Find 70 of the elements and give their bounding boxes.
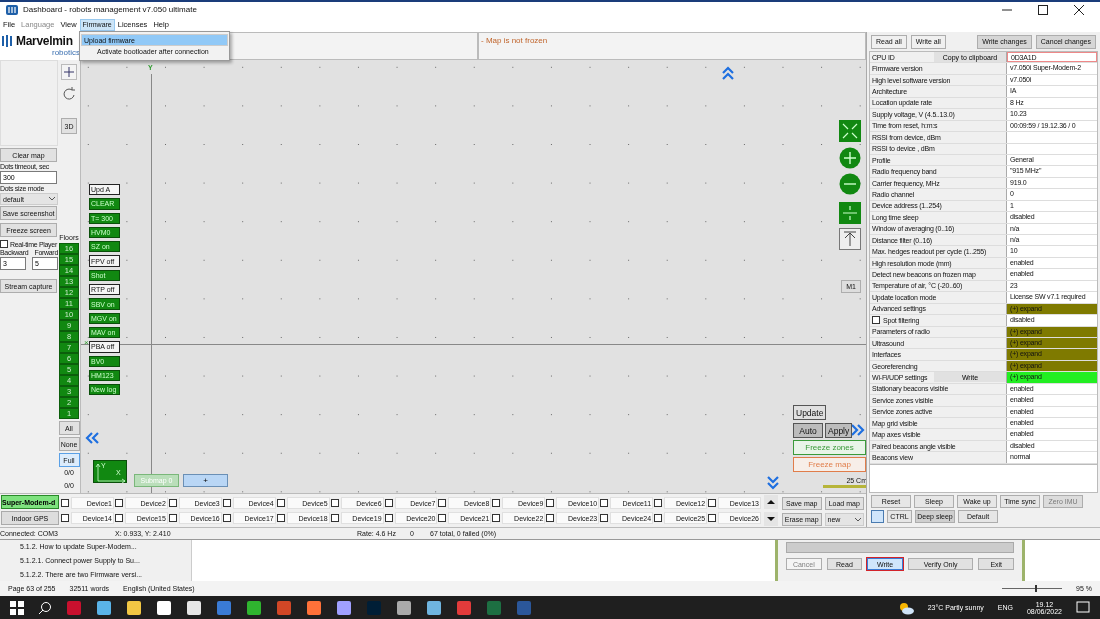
- close-icon[interactable]: [1074, 4, 1084, 15]
- checkbox[interactable]: [600, 513, 609, 522]
- update-button[interactable]: Update: [793, 405, 827, 420]
- checkbox[interactable]: [222, 499, 231, 508]
- checkbox[interactable]: [546, 499, 555, 508]
- checkbox[interactable]: [492, 513, 501, 522]
- caret-icon: [855, 517, 861, 522]
- double-chevron-up-icon[interactable]: [721, 66, 735, 80]
- caret-icon: [49, 197, 55, 201]
- app-icon: [6, 4, 18, 15]
- rotate-icon[interactable]: [61, 86, 77, 102]
- checkbox[interactable]: [708, 499, 717, 508]
- apply-button[interactable]: Apply: [825, 423, 853, 438]
- checkbox[interactable]: [222, 513, 231, 522]
- fit-view-icon[interactable]: [839, 120, 861, 142]
- app-icon[interactable]: [156, 599, 172, 616]
- checkbox[interactable]: [114, 513, 123, 522]
- logo-subtitle: robotics: [52, 48, 80, 57]
- windows-start-icon[interactable]: [10, 600, 24, 615]
- slider-thumb[interactable]: [1035, 585, 1038, 592]
- app-icon[interactable]: [306, 599, 322, 616]
- app-icon[interactable]: [246, 599, 262, 616]
- crosshair-icon[interactable]: [61, 64, 77, 80]
- app-icon[interactable]: [336, 599, 352, 616]
- double-chevron-left-icon[interactable]: [84, 431, 100, 445]
- map-status: - Map is not frozen: [481, 36, 548, 45]
- checkbox[interactable]: [168, 499, 177, 508]
- scroll-up-icon[interactable]: [764, 495, 778, 510]
- checkbox[interactable]: [276, 513, 285, 522]
- checkbox[interactable]: [546, 513, 555, 522]
- checkbox[interactable]: [61, 499, 69, 508]
- checkbox[interactable]: [438, 499, 447, 508]
- checkbox[interactable]: [600, 499, 609, 508]
- checkbox[interactable]: [168, 513, 177, 522]
- checkbox[interactable]: [384, 499, 393, 508]
- double-chevron-down-icon[interactable]: [766, 476, 780, 490]
- auto-button[interactable]: Auto: [793, 423, 823, 438]
- checkbox[interactable]: [384, 513, 393, 522]
- arrow-up-icon[interactable]: [839, 228, 861, 250]
- search-icon[interactable]: [38, 600, 52, 615]
- checkbox[interactable]: [708, 513, 717, 522]
- app-icon[interactable]: [426, 599, 442, 616]
- zoom-out-icon[interactable]: [839, 173, 861, 195]
- checkbox[interactable]: [654, 513, 663, 522]
- double-chevron-right-icon[interactable]: [850, 423, 866, 437]
- app-icon[interactable]: [126, 599, 142, 616]
- scroll-down-icon[interactable]: [764, 511, 778, 526]
- color-swatch[interactable]: [871, 510, 884, 523]
- checkbox[interactable]: [654, 499, 663, 508]
- origin-mark: ×: [84, 338, 89, 347]
- add-submap-button[interactable]: +: [183, 474, 228, 487]
- logo-icon: [1, 34, 15, 48]
- checkbox[interactable]: [276, 499, 285, 508]
- checkbox[interactable]: [330, 499, 339, 508]
- app-icon[interactable]: [96, 599, 112, 616]
- checkbox[interactable]: [330, 513, 339, 522]
- notification-icon[interactable]: [1076, 600, 1090, 615]
- checkbox[interactable]: [438, 513, 447, 522]
- checkbox[interactable]: [492, 499, 501, 508]
- weather-icon: [897, 600, 914, 615]
- window-title: Dashboard - robots management v7.050 ultimate: [23, 5, 197, 14]
- app-icon[interactable]: [396, 599, 412, 616]
- zoom-in-icon[interactable]: [839, 147, 861, 169]
- checkbox[interactable]: [872, 316, 880, 325]
- maximize-icon[interactable]: [1038, 4, 1048, 15]
- checkbox[interactable]: [114, 499, 123, 508]
- checkbox[interactable]: [0, 240, 8, 248]
- checkbox[interactable]: [61, 513, 69, 522]
- logo-text: Marvelmin: [16, 34, 73, 48]
- app-icon[interactable]: [186, 599, 202, 616]
